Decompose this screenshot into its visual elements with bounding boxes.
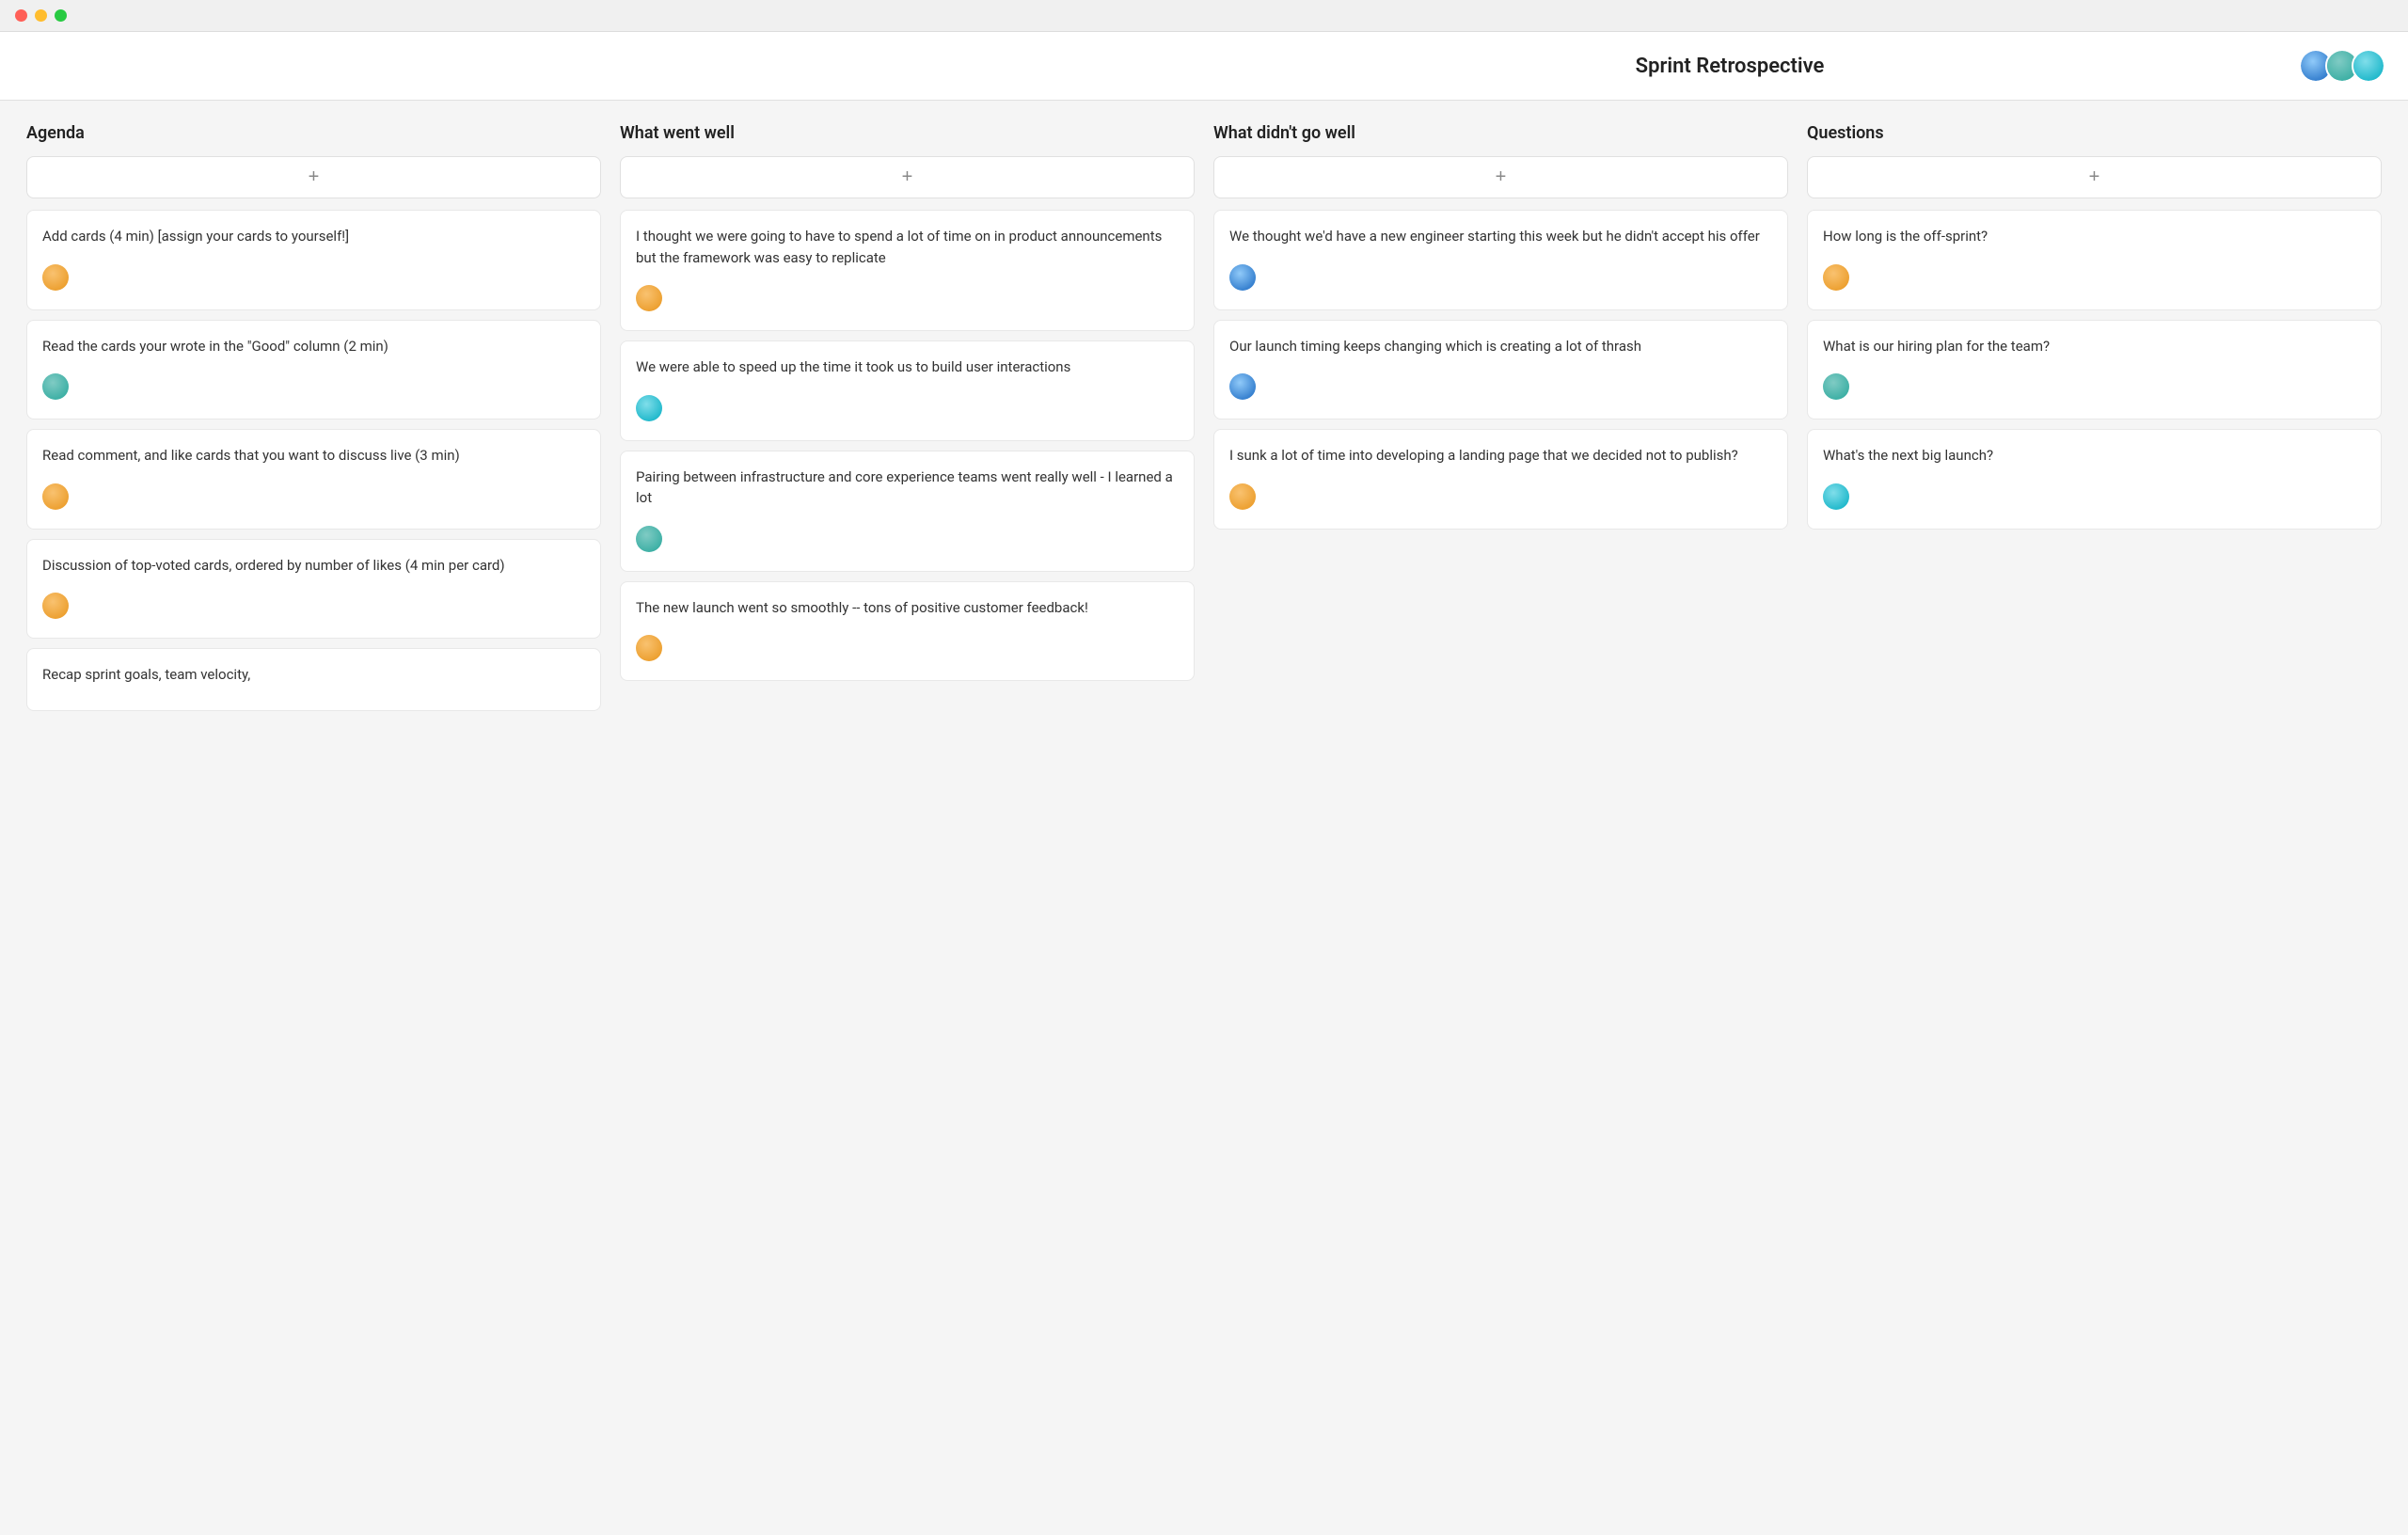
card-avatar — [1823, 483, 1849, 510]
card: I sunk a lot of time into developing a l… — [1213, 429, 1788, 530]
column-didnt-go-well: What didn't go well + We thought we'd have… — [1213, 123, 1788, 539]
add-card-btn-went-well[interactable]: + — [620, 156, 1195, 198]
card: We thought we'd have a new engineer star… — [1213, 210, 1788, 310]
card-text: I sunk a lot of time into developing a l… — [1229, 445, 1772, 467]
traffic-light-green[interactable] — [55, 9, 67, 22]
card-text: How long is the off-sprint? — [1823, 226, 2366, 247]
card-text: We were able to speed up the time it too… — [636, 356, 1179, 378]
card-avatar — [636, 395, 662, 421]
card-avatar — [42, 593, 69, 619]
card: What's the next big launch? — [1807, 429, 2382, 530]
add-card-btn-didnt-go-well[interactable]: + — [1213, 156, 1788, 198]
card: Our launch timing keeps changing which i… — [1213, 320, 1788, 420]
header-avatars — [2299, 49, 2385, 83]
card-avatar — [42, 373, 69, 400]
card: Read the cards your wrote in the "Good" … — [26, 320, 601, 420]
add-card-btn-questions[interactable]: + — [1807, 156, 2382, 198]
card-avatar — [636, 285, 662, 311]
card: I thought we were going to have to spend… — [620, 210, 1195, 331]
card: How long is the off-sprint? — [1807, 210, 2382, 310]
card-text: Our launch timing keeps changing which i… — [1229, 336, 1772, 357]
card: The new launch went so smoothly -- tons … — [620, 581, 1195, 682]
card: Add cards (4 min) [assign your cards to … — [26, 210, 601, 310]
card-text: Add cards (4 min) [assign your cards to … — [42, 226, 585, 247]
card-text: Discussion of top-voted cards, ordered b… — [42, 555, 585, 577]
card-text: Pairing between infrastructure and core … — [636, 467, 1179, 509]
column-agenda: Agenda + Add cards (4 min) [assign your ca… — [26, 123, 601, 720]
card-text: We thought we'd have a new engineer star… — [1229, 226, 1772, 247]
card-text: I thought we were going to have to spend… — [636, 226, 1179, 268]
card-text: What is our hiring plan for the team? — [1823, 336, 2366, 357]
card-text: What's the next big launch? — [1823, 445, 2366, 467]
card: Pairing between infrastructure and core … — [620, 451, 1195, 572]
card: We were able to speed up the time it too… — [620, 340, 1195, 441]
column-header-didnt-go-well: What didn't go well — [1213, 123, 1788, 143]
card-text: The new launch went so smoothly -- tons … — [636, 597, 1179, 619]
card-text: Read the cards your wrote in the "Good" … — [42, 336, 585, 357]
column-header-questions: Questions — [1807, 123, 2382, 143]
card-avatar — [1823, 264, 1849, 291]
add-card-btn-agenda[interactable]: + — [26, 156, 601, 198]
traffic-light-yellow[interactable] — [35, 9, 47, 22]
card: Discussion of top-voted cards, ordered b… — [26, 539, 601, 640]
card: Read comment, and like cards that you wa… — [26, 429, 601, 530]
card-text: Recap sprint goals, team velocity, — [42, 664, 585, 686]
title-bar — [0, 0, 2408, 32]
page-title: Sprint Retrospective — [1161, 55, 2299, 78]
column-went-well: What went well + I thought we were going t… — [620, 123, 1195, 690]
card-avatar — [636, 526, 662, 552]
column-header-agenda: Agenda — [26, 123, 601, 143]
column-header-went-well: What went well — [620, 123, 1195, 143]
card-text: Read comment, and like cards that you wa… — [42, 445, 585, 467]
card-avatar — [1229, 373, 1256, 400]
card-avatar — [1229, 264, 1256, 291]
board: Agenda + Add cards (4 min) [assign your ca… — [0, 101, 2408, 743]
card-avatar — [1823, 373, 1849, 400]
card-avatar — [42, 264, 69, 291]
card: Recap sprint goals, team velocity, — [26, 648, 601, 711]
card-avatar — [636, 635, 662, 661]
column-questions: Questions + How long is the off-sprint? Wha… — [1807, 123, 2382, 539]
app-header: Sprint Retrospective — [0, 32, 2408, 101]
card: What is our hiring plan for the team? — [1807, 320, 2382, 420]
header-avatar — [2352, 49, 2385, 83]
traffic-light-red[interactable] — [15, 9, 27, 22]
card-avatar — [42, 483, 69, 510]
card-avatar — [1229, 483, 1256, 510]
